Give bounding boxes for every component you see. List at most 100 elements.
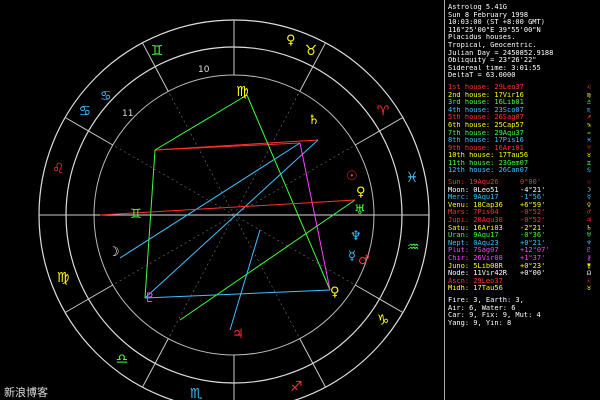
planet-pluto-icon: ♇ bbox=[144, 291, 156, 306]
row-lat bbox=[520, 84, 582, 92]
row-lat: 0°00' bbox=[520, 179, 542, 187]
house-cusp-line bbox=[64, 117, 114, 146]
row-value: Node: 11Vir42R bbox=[448, 270, 508, 278]
sign-leo-icon: ♌ bbox=[52, 161, 65, 177]
house-cusp-line bbox=[354, 117, 404, 146]
row-lat: -4°21' bbox=[520, 186, 546, 194]
planet-neptune-icon: ♆ bbox=[350, 229, 362, 244]
sign-scorpio-icon: ♏ bbox=[190, 386, 203, 400]
planet-venus-icon: ♀ bbox=[286, 33, 296, 48]
house-divider-line bbox=[168, 91, 235, 216]
list-row: Moon: 0Leo51 -4°21' ☽ bbox=[448, 187, 598, 195]
row-glyph-icon: ☿ bbox=[586, 194, 592, 202]
row-lat: +1°37' bbox=[520, 255, 546, 262]
row-value: Satu: 16Ari03 bbox=[448, 224, 503, 232]
row-value: 12th house: 26Can07 bbox=[448, 167, 529, 175]
row-value: Merc: 9Aqu17 bbox=[448, 194, 499, 202]
julian-day: Julian Day = 2450852.9188 bbox=[448, 49, 554, 57]
row-value: 7th house: 29Aqu37 bbox=[448, 129, 524, 137]
list-row: Uran: 9Aqu17 -0°36' ♅ bbox=[448, 232, 598, 240]
list-row: Midh: 17Tau56 ♉ bbox=[448, 285, 598, 293]
row-glyph-icon: ♉ bbox=[586, 285, 592, 293]
list-row: Chir: 26Vir08 +1°37' ⚷ bbox=[448, 255, 598, 263]
row-value: Uran: 9Aqu17 bbox=[448, 232, 499, 240]
row-glyph-icon: ♉ bbox=[586, 152, 592, 160]
house-cusp-line bbox=[64, 284, 114, 313]
row-lat bbox=[520, 160, 582, 168]
element-line-1: Fire: 3, Earth: 3, bbox=[448, 296, 524, 304]
row-glyph-icon: ♎ bbox=[586, 99, 592, 107]
row-lat: +0°23' bbox=[520, 262, 546, 270]
list-row: Sun: 19Aqu26 0°00' ☉ bbox=[448, 179, 598, 187]
row-glyph-icon: ☊ bbox=[586, 270, 592, 278]
row-lat: -0°52' bbox=[520, 209, 546, 217]
row-glyph-icon: ♓ bbox=[586, 137, 592, 145]
row-glyph-icon: ♐ bbox=[586, 114, 592, 122]
element-line-2: Air: 6, Water: 6 bbox=[448, 304, 516, 312]
row-lat bbox=[520, 152, 582, 160]
row-lat: +6°59' bbox=[520, 201, 546, 209]
row-glyph-icon: ☉ bbox=[586, 179, 592, 187]
row-lat bbox=[520, 107, 582, 115]
planet-sun-icon: ☉ bbox=[346, 169, 358, 184]
row-glyph-icon: ♂ bbox=[586, 209, 592, 217]
row-glyph-icon: ♃ bbox=[586, 217, 592, 225]
list-row: 6th house: 25Cap57 ♑ bbox=[448, 122, 598, 130]
list-row: Node: 11Vir42R +0°00' ☊ bbox=[448, 270, 598, 278]
sidereal-time: Sidereal time: 3:01:55 bbox=[448, 64, 541, 72]
row-lat: +12°07' bbox=[520, 247, 550, 255]
planet-gemini-icon: ♊ bbox=[130, 207, 142, 222]
list-row: 8th house: 17Pis16 ♓ bbox=[448, 137, 598, 145]
outer-ring bbox=[38, 19, 430, 400]
house-divider-line bbox=[112, 144, 235, 216]
list-row: Ascn: 29Leo37 ♌ bbox=[448, 278, 598, 286]
info-panel: Astrolog 5.41G Sun 8 February 1998 10:03… bbox=[444, 0, 600, 400]
zodiac-system: Tropical, Geocentric. bbox=[448, 41, 537, 49]
chart-date: Sun 8 February 1998 bbox=[448, 11, 529, 19]
row-lat bbox=[520, 99, 582, 107]
list-row: Venu: 18Cap36 +6°59' ♀ bbox=[448, 202, 598, 210]
list-row: Merc: 9Aqu17 -1°56' ☿ bbox=[448, 194, 598, 202]
planet-moon-icon: ☽ bbox=[108, 245, 120, 260]
sign-sagittarius-icon: ♐ bbox=[290, 379, 303, 395]
sign-virgo-icon: ♍ bbox=[57, 270, 70, 286]
house-divider-line bbox=[233, 214, 356, 286]
row-lat: -1°56' bbox=[520, 194, 546, 202]
watermark: 新浪博客 bbox=[4, 386, 48, 399]
sign-aries-icon: ♈ bbox=[377, 104, 390, 120]
row-lat: +0°21' bbox=[520, 239, 546, 247]
aspect-line bbox=[144, 149, 156, 299]
row-lat: -0°36' bbox=[520, 232, 546, 240]
row-value: Ascn: 29Leo37 bbox=[448, 277, 503, 285]
row-value: Nept: 0Aqu23 bbox=[448, 239, 499, 247]
row-glyph-icon: ♈ bbox=[586, 144, 592, 152]
sign-pisces-icon: ♓ bbox=[406, 170, 419, 186]
midheaven-glyph: ♍ bbox=[236, 84, 249, 100]
row-glyph-icon: ♌ bbox=[586, 83, 592, 91]
house-cusp-line bbox=[354, 284, 404, 313]
row-glyph-icon: ♌ bbox=[586, 277, 592, 285]
house-number-10: 10 bbox=[198, 65, 210, 75]
house-cusp-line bbox=[299, 338, 326, 388]
planet-venus-2-icon: ♀ bbox=[356, 185, 366, 200]
planet-list: Sun: 19Aqu26 0°00' ☉ Moon: 0Leo51 -4°21' ☽ Mer… bbox=[448, 179, 598, 293]
aspect-line bbox=[144, 139, 319, 299]
row-glyph-icon: ⚷ bbox=[586, 255, 592, 262]
row-value: 2nd house: 17Vir16 bbox=[448, 91, 524, 99]
list-row: Satu: 16Ari03 -2°21' ♄ bbox=[448, 225, 598, 233]
list-row: 12th house: 26Can07 ♋ bbox=[448, 167, 598, 175]
row-value: Chir: 26Vir08 bbox=[448, 255, 503, 262]
row-glyph-icon: ♋ bbox=[586, 167, 592, 175]
sign-cancer-icon: ♋ bbox=[79, 104, 92, 120]
row-value: Juno: 5Lib08R bbox=[448, 262, 503, 270]
row-value: Sun: 19Aqu26 bbox=[448, 179, 499, 187]
row-lat bbox=[520, 114, 582, 122]
row-glyph-icon: ♑ bbox=[586, 121, 592, 129]
row-glyph-icon: ♊ bbox=[586, 159, 592, 167]
row-value: 8th house: 17Pis16 bbox=[448, 137, 524, 145]
house-divider-line bbox=[112, 214, 235, 286]
list-row: 7th house: 29Aqu37 ♒ bbox=[448, 130, 598, 138]
aspect-line bbox=[154, 142, 301, 151]
house-divider-line bbox=[168, 214, 235, 339]
sign-taurus-icon: ♉ bbox=[305, 43, 318, 59]
